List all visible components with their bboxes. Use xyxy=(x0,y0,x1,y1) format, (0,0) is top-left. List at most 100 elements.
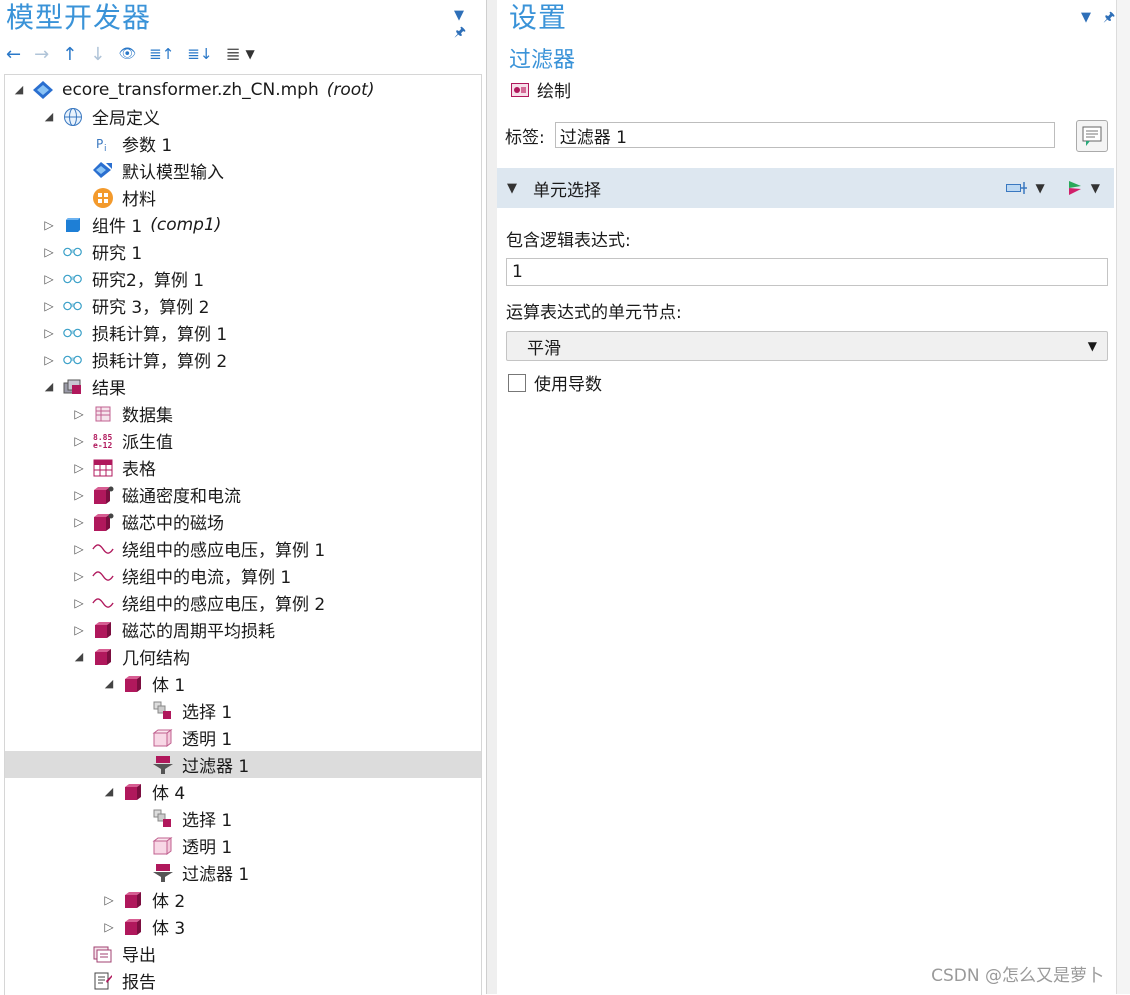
chevron-down-icon[interactable]: ▼ xyxy=(1036,181,1045,195)
expand-twisty-icon[interactable]: ▷ xyxy=(42,245,56,259)
move-down-icon[interactable]: ↓ xyxy=(90,44,105,65)
tree-item[interactable]: ▷ 8.85 e-12 派生值 xyxy=(5,427,481,454)
expand-twisty-icon[interactable]: ▷ xyxy=(102,920,116,934)
tree-item[interactable]: ▷ 磁芯的周期平均损耗 xyxy=(5,616,481,643)
tree-item[interactable]: ▷ 磁通密度和电流 xyxy=(5,481,481,508)
expand-twisty-icon[interactable]: ▷ xyxy=(42,218,56,232)
plot-button[interactable]: 绘制 xyxy=(511,77,571,102)
pane-menu-icon[interactable]: ▼ xyxy=(454,8,464,23)
tree-item[interactable]: ◢ 体 4 xyxy=(5,778,481,805)
show-icon[interactable]: 👁 xyxy=(118,46,136,62)
chevron-down-icon[interactable]: ▼ xyxy=(1091,181,1100,195)
collapse-twisty-icon[interactable]: ◢ xyxy=(102,677,116,691)
svg-text:i: i xyxy=(104,144,107,154)
use-derivatives-row[interactable]: 使用导数 xyxy=(508,370,602,395)
tree-item[interactable]: ▷ 表格 xyxy=(5,454,481,481)
expand-twisty-icon[interactable]: ▷ xyxy=(72,515,86,529)
logic-expr-input[interactable]: 1 xyxy=(506,258,1108,286)
collapse-twisty-icon[interactable]: ◢ xyxy=(42,110,56,124)
forward-arrow-icon[interactable]: → xyxy=(34,44,49,65)
collapse-twisty-icon[interactable]: ◢ xyxy=(42,380,56,394)
tree-item[interactable]: ◢ ecore_transformer.zh_CN.mph (root) xyxy=(5,76,481,103)
expand-twisty-icon[interactable]: ▷ xyxy=(72,623,86,637)
tree-item[interactable]: ▷ = 研究 1 xyxy=(5,238,481,265)
list-options-icon[interactable]: ≣ xyxy=(225,44,240,65)
color-flag-icon[interactable] xyxy=(1067,180,1083,196)
expand-twisty-icon[interactable]: ▷ xyxy=(42,326,56,340)
pane-menu-icon[interactable]: ▼ xyxy=(1081,10,1091,25)
tree-item[interactable]: 过滤器 1 xyxy=(5,751,481,778)
use-derivatives-label: 使用导数 xyxy=(534,375,602,395)
tree-item[interactable]: 导出 xyxy=(5,940,481,967)
tree-item[interactable]: ▷ = 研究2，算例 1 xyxy=(5,265,481,292)
tree-item[interactable]: ▷ 绕组中的电流，算例 1 xyxy=(5,562,481,589)
section-collapse-icon[interactable]: ▼ xyxy=(507,181,517,196)
tree-item[interactable]: ▷ 绕组中的感应电压，算例 1 xyxy=(5,535,481,562)
cube-icon xyxy=(122,889,144,911)
tree-item[interactable]: 过滤器 1 xyxy=(5,859,481,886)
use-derivatives-checkbox[interactable] xyxy=(508,373,526,392)
tree-item-label: 磁芯的周期平均损耗 xyxy=(122,622,275,642)
derived-values-icon: 8.85 e-12 xyxy=(92,430,114,452)
tree-item[interactable]: ▷ 绕组中的感应电压，算例 2 xyxy=(5,589,481,616)
tree-item[interactable]: ▷ 体 3 xyxy=(5,913,481,940)
tree-item[interactable]: 选择 1 xyxy=(5,697,481,724)
tree-item[interactable]: ▷ = 损耗计算，算例 2 xyxy=(5,346,481,373)
label-input[interactable]: 过滤器 1 xyxy=(554,122,1055,148)
results-icon xyxy=(62,376,84,398)
expand-twisty-icon[interactable]: ▷ xyxy=(42,272,56,286)
pin-icon[interactable]: 🖈 xyxy=(454,25,466,40)
tree-item[interactable]: ◢ 体 1 xyxy=(5,670,481,697)
section-element-selection[interactable]: ▼ 单元选择 ▼ ▼ xyxy=(497,168,1114,208)
svg-text:P: P xyxy=(96,137,103,151)
tree-item[interactable]: 材料 xyxy=(5,184,481,211)
tree-item[interactable]: ◢ 几何结构 xyxy=(5,643,481,670)
tree-item[interactable]: ▷ 组件 1 (comp1) xyxy=(5,211,481,238)
move-up-icon[interactable]: ↑ xyxy=(62,44,77,65)
expand-twisty-icon[interactable]: ▷ xyxy=(72,569,86,583)
watermark: CSDN @怎么又是萝卜 xyxy=(931,966,1104,986)
tree-item[interactable]: ▷ 磁芯中的磁场 xyxy=(5,508,481,535)
right-edge-scrollbar[interactable] xyxy=(1116,0,1130,994)
tree-item-label: 结果 xyxy=(92,379,126,399)
tree-item[interactable]: ▷ = 研究 3，算例 2 xyxy=(5,292,481,319)
expand-twisty-icon[interactable]: ▷ xyxy=(42,353,56,367)
expand-twisty-icon[interactable]: ▷ xyxy=(72,407,86,421)
collapse-all-icon[interactable]: ≣↑ xyxy=(149,45,174,63)
tree-item[interactable]: ▷ 体 2 xyxy=(5,886,481,913)
element-nodes-select[interactable]: 平滑 ▼ xyxy=(506,331,1108,361)
collapse-twisty-icon[interactable]: ◢ xyxy=(72,650,86,664)
expand-twisty-icon[interactable]: ▷ xyxy=(42,299,56,313)
tree-item[interactable]: ◢ 结果 xyxy=(5,373,481,400)
expand-twisty-icon[interactable]: ▷ xyxy=(72,434,86,448)
tree-item[interactable]: ◢ 全局定义 xyxy=(5,103,481,130)
expand-twisty-icon[interactable]: ▷ xyxy=(102,893,116,907)
comment-icon[interactable] xyxy=(1076,120,1108,152)
expand-twisty-icon[interactable]: ▷ xyxy=(72,596,86,610)
tree-item[interactable]: 默认模型输入 xyxy=(5,157,481,184)
tree-item[interactable]: 透明 1 xyxy=(5,724,481,751)
tree-item[interactable]: 透明 1 xyxy=(5,832,481,859)
tree-item-label: 过滤器 1 xyxy=(182,865,250,885)
tree-item-label: 透明 1 xyxy=(182,730,233,750)
expand-twisty-icon[interactable]: ▷ xyxy=(72,488,86,502)
pin-icon[interactable]: 🖈 xyxy=(1103,10,1115,25)
expand-all-icon[interactable]: ≣↓ xyxy=(187,45,212,63)
tree-item[interactable]: 报告 xyxy=(5,967,481,994)
collapse-twisty-icon[interactable]: ◢ xyxy=(102,785,116,799)
chevron-down-icon[interactable]: ▼ xyxy=(246,47,255,61)
back-arrow-icon[interactable]: ← xyxy=(6,44,21,65)
plot3d-icon xyxy=(92,511,114,533)
selection-list-icon[interactable] xyxy=(1005,181,1028,195)
collapse-twisty-icon[interactable]: ◢ xyxy=(12,83,26,97)
globe-icon xyxy=(62,106,84,128)
expand-twisty-icon[interactable]: ▷ xyxy=(72,542,86,556)
tree-item[interactable]: ▷ = 损耗计算，算例 1 xyxy=(5,319,481,346)
expand-twisty-icon[interactable]: ▷ xyxy=(72,461,86,475)
tree-item[interactable]: ▷ 数据集 xyxy=(5,400,481,427)
tree-item[interactable]: 选择 1 xyxy=(5,805,481,832)
tree-item[interactable]: Pi 参数 1 xyxy=(5,130,481,157)
